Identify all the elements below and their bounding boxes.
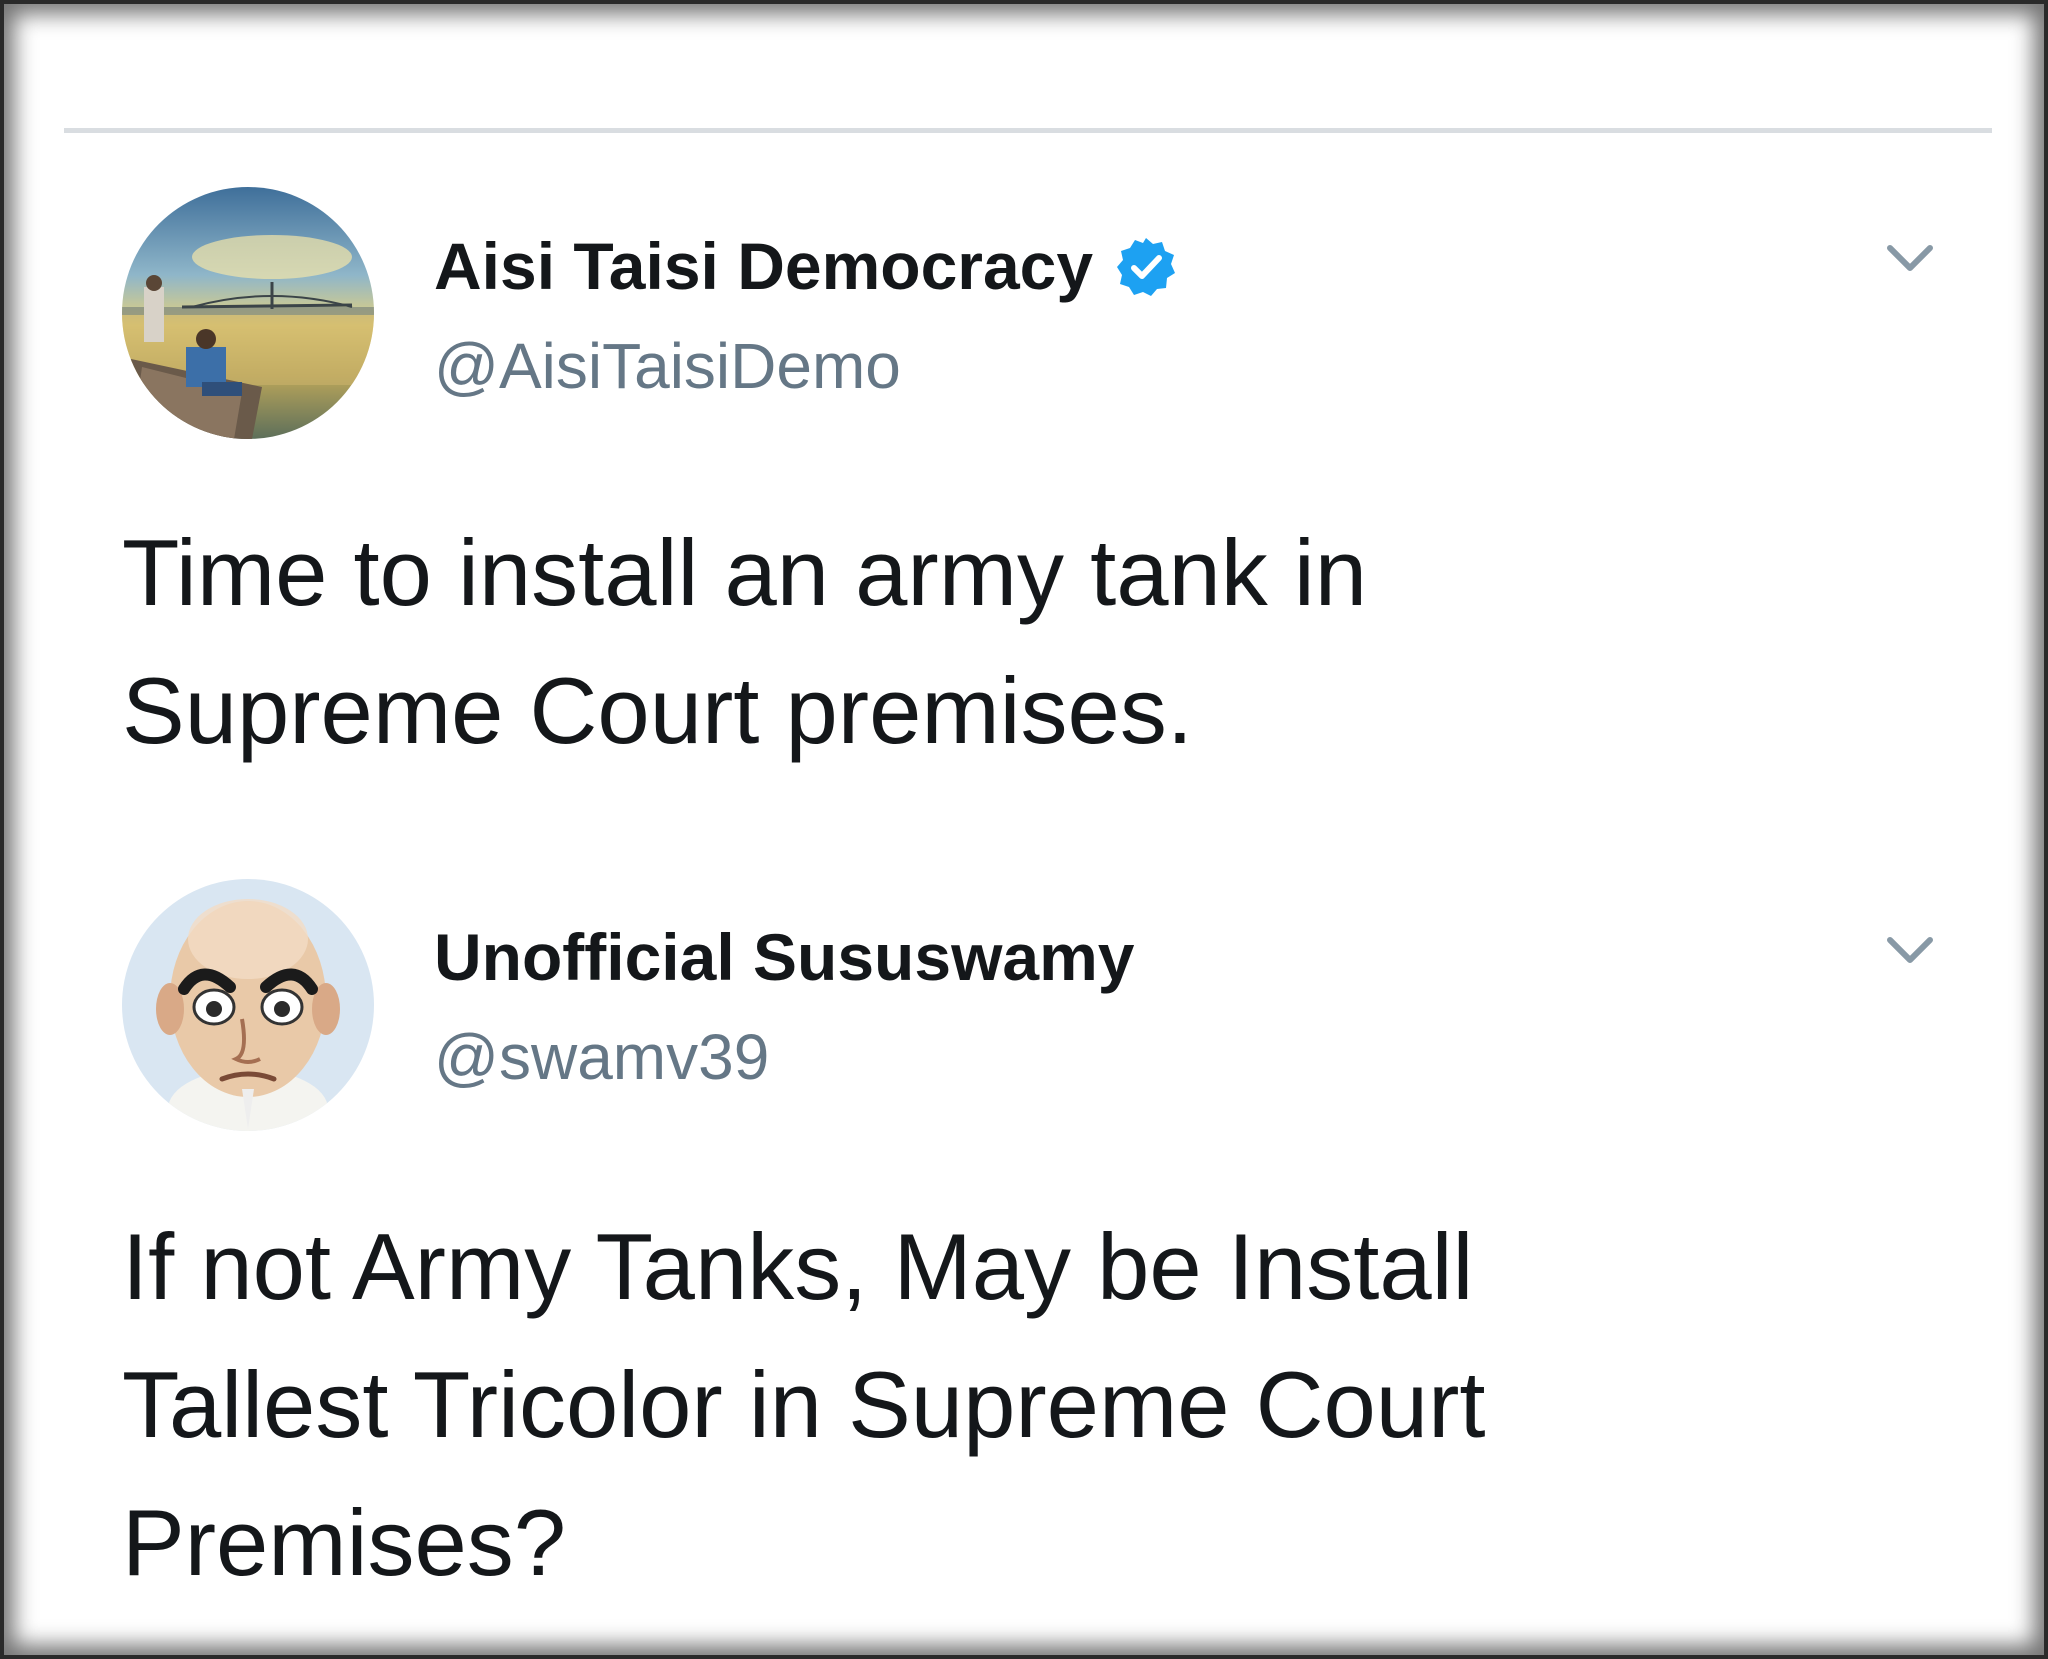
tweet-text-line: If not Army Tanks, May be Install — [122, 1214, 1474, 1319]
photo-avatar-icon — [122, 187, 374, 439]
screenshot-frame: Aisi Taisi Democracy @AisiTaisiDemo Time… — [0, 0, 2048, 1659]
display-name-text: Unofficial Sususwamy — [434, 920, 1135, 994]
user-handle[interactable]: @AisiTaisiDemo — [434, 329, 901, 403]
display-name-text: Aisi Taisi Democracy — [434, 229, 1094, 303]
chevron-down-icon[interactable] — [1884, 240, 1936, 276]
top-divider — [64, 128, 1992, 133]
caricature-avatar-icon — [122, 879, 374, 1131]
tweet-text: Time to install an army tank in Supreme … — [122, 504, 1922, 780]
tweet-text-line: Tallest Tricolor in Supreme Court — [122, 1352, 1486, 1457]
verified-badge-icon — [1115, 236, 1177, 298]
tweet-text: If not Army Tanks, May be Install Talles… — [122, 1198, 1922, 1612]
display-name[interactable]: Aisi Taisi Democracy — [434, 228, 1177, 304]
tweet-text-line: Supreme Court premises. — [122, 658, 1193, 763]
display-name[interactable]: Unofficial Sususwamy — [434, 919, 1135, 995]
user-avatar[interactable] — [122, 879, 374, 1131]
tweet-text-line: Premises? — [122, 1490, 567, 1595]
tweet-text-line: Time to install an army tank in — [122, 520, 1368, 625]
user-avatar[interactable] — [122, 187, 374, 439]
chevron-down-icon[interactable] — [1884, 932, 1936, 968]
user-handle[interactable]: @swamv39 — [434, 1020, 769, 1094]
